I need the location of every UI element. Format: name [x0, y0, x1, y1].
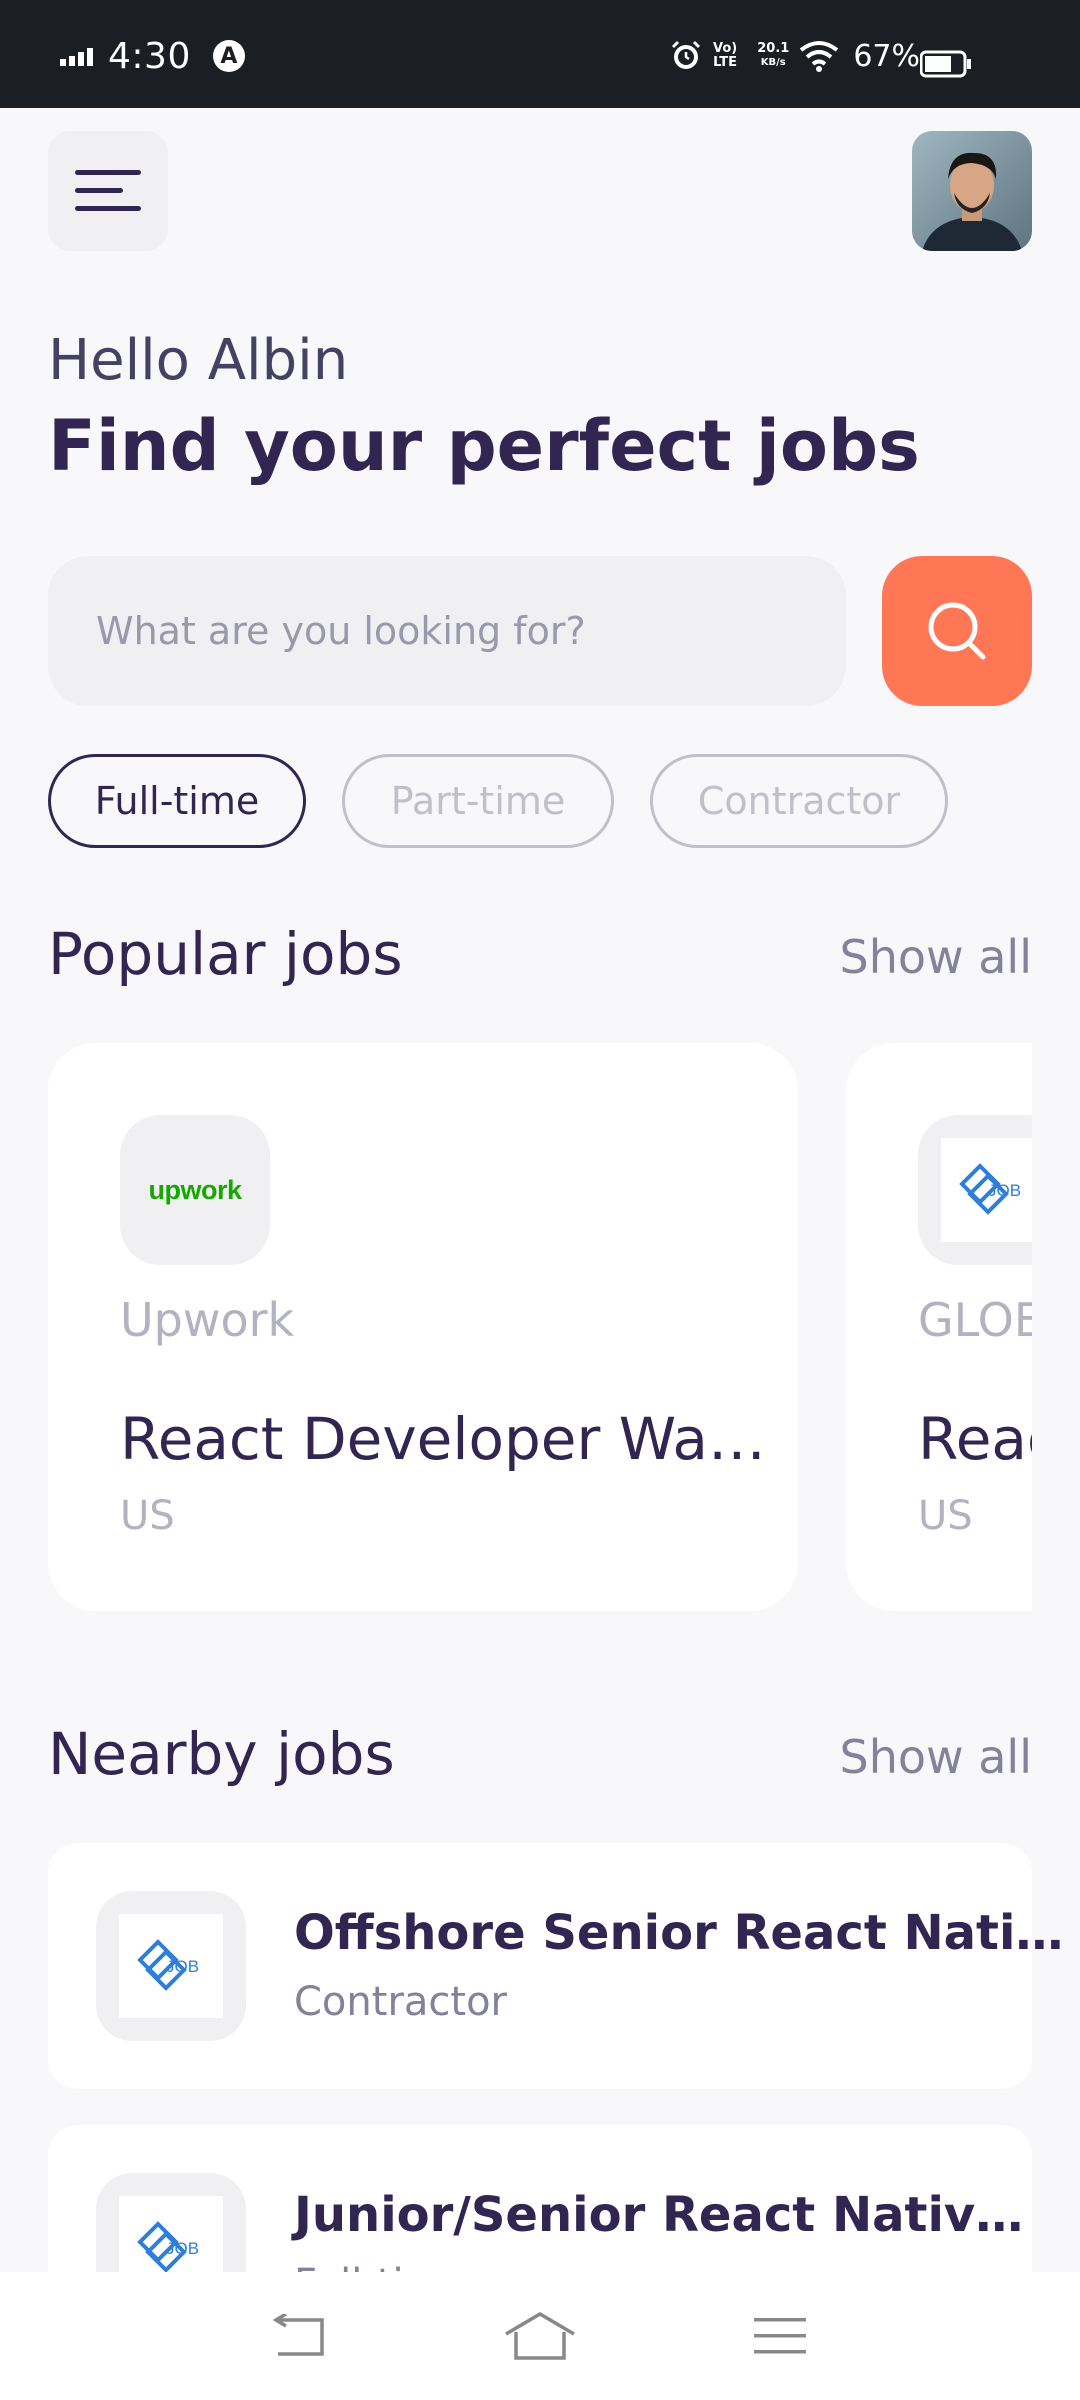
popular-job-card[interactable]: upwork Upwork React Developer Wa… US: [48, 1043, 798, 1611]
nearby-jobs-heading: Nearby jobs: [48, 1720, 395, 1788]
popular-job-card[interactable]: JOB GLOB Reac US: [846, 1043, 1032, 1611]
recents-menu-icon: [754, 2318, 806, 2354]
company-logo: JOB: [96, 1891, 246, 2041]
search-input[interactable]: [96, 609, 846, 653]
job-type: Contractor: [294, 1979, 507, 2025]
popular-jobs-heading: Popular jobs: [48, 920, 403, 988]
status-bar: 4:30 A Vo) LTE 20.1 KB/s 67%: [0, 0, 1080, 108]
job-title: Offshore Senior React Nati…: [294, 1905, 1064, 1961]
page-headline: Find your perfect jobs: [48, 405, 920, 487]
greeting-text: Hello Albin: [48, 328, 349, 393]
job-country: US: [120, 1493, 175, 1539]
home-button[interactable]: [495, 2296, 585, 2376]
company-logo: JOB: [918, 1115, 1032, 1265]
nearby-show-all-link[interactable]: Show all: [840, 1730, 1033, 1784]
job-logo-icon: JOB: [959, 1163, 1021, 1215]
svg-text:JOB: JOB: [166, 2239, 199, 2258]
battery-icon: [920, 50, 971, 78]
tab-part-time[interactable]: Part-time: [342, 754, 614, 848]
job-logo-icon: JOB: [137, 2221, 199, 2273]
upwork-logo: upwork: [148, 1174, 242, 1205]
recents-button[interactable]: [735, 2296, 825, 2376]
status-time: 4:30: [108, 35, 191, 77]
popular-show-all-link[interactable]: Show all: [840, 930, 1033, 984]
signal-icon: [60, 48, 93, 66]
menu-button[interactable]: [48, 131, 168, 251]
company-name: GLOB: [918, 1293, 1032, 1347]
volte-indicator: Vo) LTE: [713, 41, 738, 70]
back-icon: [272, 2314, 324, 2356]
avatar-image: [912, 131, 1032, 251]
company-logo: upwork: [120, 1115, 270, 1265]
svg-text:JOB: JOB: [166, 1957, 199, 1976]
nearby-job-card[interactable]: JOB Offshore Senior React Nati… Contract…: [48, 1843, 1063, 2089]
company-name: Upwork: [120, 1293, 295, 1347]
home-icon: [505, 2312, 575, 2360]
back-button[interactable]: [255, 2296, 345, 2376]
job-logo-icon: JOB: [137, 1939, 199, 1991]
alarm-icon: [671, 40, 701, 69]
app-notification-icon: A: [212, 40, 245, 72]
job-title: Junior/Senior React Nativ…: [294, 2187, 1024, 2243]
tab-contractor[interactable]: Contractor: [650, 754, 948, 848]
job-title: React Developer Wa…: [120, 1405, 766, 1473]
search-field-container[interactable]: [48, 556, 846, 706]
search-icon: [928, 602, 986, 660]
popular-job-card-peek[interactable]: JOB GLOB Reac US: [846, 1043, 1032, 1611]
svg-text:JOB: JOB: [988, 1181, 1021, 1200]
tab-full-time[interactable]: Full-time: [48, 754, 306, 848]
network-speed: 20.1 KB/s: [757, 41, 790, 69]
job-country: US: [918, 1493, 973, 1539]
system-navigation-bar: [0, 2272, 1080, 2400]
wifi-icon: [800, 41, 839, 72]
profile-avatar[interactable]: [912, 131, 1032, 251]
menu-icon: [75, 170, 141, 211]
job-title: Reac: [918, 1405, 1032, 1473]
battery-percent: 67%: [853, 38, 920, 74]
search-button[interactable]: [882, 556, 1032, 706]
